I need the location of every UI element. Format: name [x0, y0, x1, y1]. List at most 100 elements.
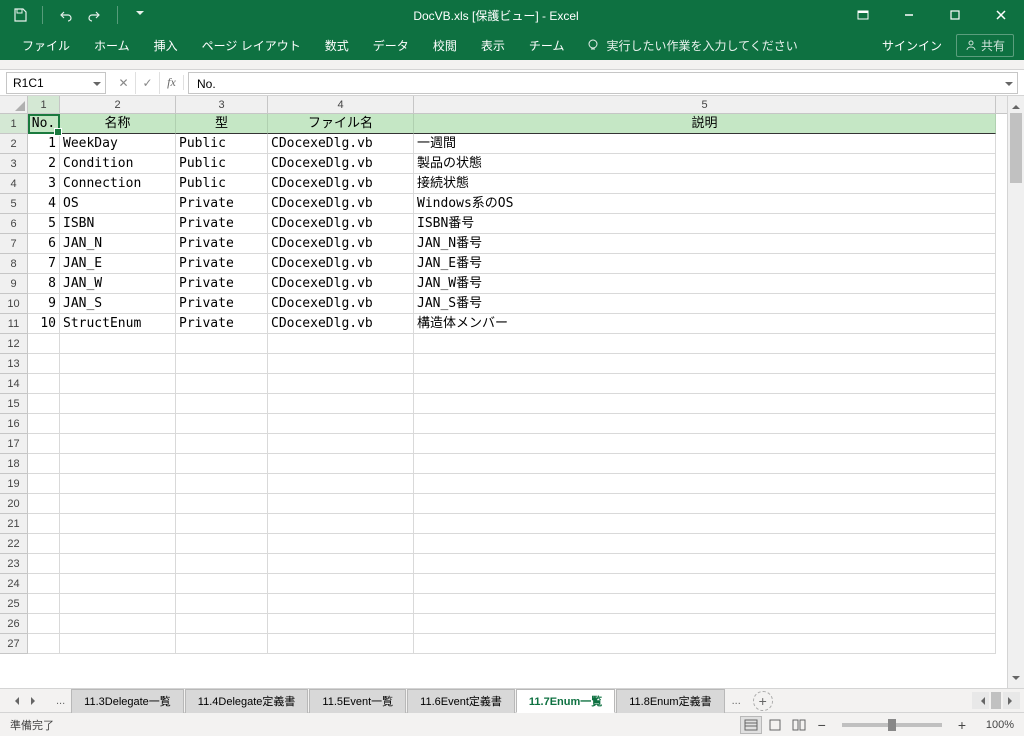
vertical-scrollbar[interactable]: [1007, 96, 1024, 688]
ribbon-tab-1[interactable]: ホーム: [82, 30, 142, 60]
cell[interactable]: [268, 354, 414, 374]
view-page-layout-button[interactable]: [764, 716, 786, 734]
cell[interactable]: [28, 494, 60, 514]
scroll-track[interactable]: [1008, 113, 1024, 671]
signin-link[interactable]: サインイン: [882, 37, 942, 54]
zoom-in-button[interactable]: +: [952, 717, 972, 733]
cell[interactable]: [176, 474, 268, 494]
cell[interactable]: Public: [176, 174, 268, 194]
cell[interactable]: [414, 394, 996, 414]
row-header[interactable]: 20: [0, 494, 28, 514]
cell[interactable]: 1: [28, 134, 60, 154]
cell[interactable]: [268, 494, 414, 514]
cell[interactable]: [28, 414, 60, 434]
cell[interactable]: [28, 374, 60, 394]
cell[interactable]: 10: [28, 314, 60, 334]
cell[interactable]: [268, 434, 414, 454]
cell[interactable]: [268, 554, 414, 574]
cell[interactable]: [176, 354, 268, 374]
cell[interactable]: [268, 574, 414, 594]
undo-button[interactable]: [53, 3, 77, 27]
cell[interactable]: [414, 534, 996, 554]
tell-me-search[interactable]: 実行したい作業を入力してください: [586, 37, 797, 54]
cell[interactable]: [60, 614, 176, 634]
cell[interactable]: JAN_S番号: [414, 294, 996, 314]
cell[interactable]: Private: [176, 274, 268, 294]
cell[interactable]: 構造体メンバー: [414, 314, 996, 334]
cell[interactable]: [60, 474, 176, 494]
cell[interactable]: CDocexeDlg.vb: [268, 174, 414, 194]
cell[interactable]: CDocexeDlg.vb: [268, 274, 414, 294]
cell[interactable]: [414, 334, 996, 354]
cell[interactable]: JAN_N番号: [414, 234, 996, 254]
cell[interactable]: [176, 334, 268, 354]
cell[interactable]: [176, 434, 268, 454]
ribbon-tab-8[interactable]: チーム: [517, 30, 577, 60]
cell[interactable]: Condition: [60, 154, 176, 174]
cell[interactable]: [268, 374, 414, 394]
sheet-tab[interactable]: 11.5Event一覧: [309, 689, 406, 713]
cell[interactable]: No.: [28, 114, 60, 134]
cell[interactable]: JAN_S: [60, 294, 176, 314]
scroll-thumb[interactable]: [1010, 113, 1022, 183]
cell[interactable]: [176, 534, 268, 554]
cell[interactable]: [268, 594, 414, 614]
cell[interactable]: Private: [176, 214, 268, 234]
row-header[interactable]: 23: [0, 554, 28, 574]
row-header[interactable]: 17: [0, 434, 28, 454]
maximize-button[interactable]: [932, 0, 978, 30]
cell[interactable]: [414, 494, 996, 514]
row-header[interactable]: 19: [0, 474, 28, 494]
row-header[interactable]: 27: [0, 634, 28, 654]
view-normal-button[interactable]: [740, 716, 762, 734]
cell[interactable]: CDocexeDlg.vb: [268, 194, 414, 214]
zoom-slider-thumb[interactable]: [888, 719, 896, 731]
cell[interactable]: [60, 554, 176, 574]
row-header[interactable]: 4: [0, 174, 28, 194]
cell[interactable]: Public: [176, 154, 268, 174]
cell[interactable]: JAN_N: [60, 234, 176, 254]
cell[interactable]: [268, 454, 414, 474]
cell[interactable]: [268, 634, 414, 654]
cell[interactable]: 3: [28, 174, 60, 194]
tab-nav-first[interactable]: [6, 692, 24, 710]
row-header[interactable]: 11: [0, 314, 28, 334]
close-button[interactable]: [978, 0, 1024, 30]
save-button[interactable]: [8, 3, 32, 27]
add-sheet-button[interactable]: +: [753, 691, 773, 711]
cell[interactable]: [60, 534, 176, 554]
column-header[interactable]: 4: [268, 96, 414, 113]
row-header[interactable]: 22: [0, 534, 28, 554]
cell[interactable]: [176, 554, 268, 574]
row-header[interactable]: 13: [0, 354, 28, 374]
cell[interactable]: Private: [176, 294, 268, 314]
cell[interactable]: ファイル名: [268, 114, 414, 134]
cell[interactable]: 型: [176, 114, 268, 134]
ribbon-tab-0[interactable]: ファイル: [10, 30, 82, 60]
cell[interactable]: [176, 494, 268, 514]
cell[interactable]: Private: [176, 254, 268, 274]
cell[interactable]: [60, 574, 176, 594]
cell[interactable]: CDocexeDlg.vb: [268, 314, 414, 334]
cell[interactable]: Private: [176, 234, 268, 254]
cell[interactable]: JAN_E番号: [414, 254, 996, 274]
cell[interactable]: 接続状態: [414, 174, 996, 194]
cell[interactable]: CDocexeDlg.vb: [268, 254, 414, 274]
cell[interactable]: [60, 514, 176, 534]
qat-dropdown[interactable]: [128, 3, 152, 27]
hscroll-thumb-area[interactable]: [991, 692, 1001, 709]
cell[interactable]: 5: [28, 214, 60, 234]
row-header[interactable]: 1: [0, 114, 28, 134]
ribbon-tab-4[interactable]: 数式: [313, 30, 361, 60]
formula-input[interactable]: No.: [188, 72, 1018, 94]
cell[interactable]: [414, 434, 996, 454]
enter-formula-button[interactable]: ✓: [136, 72, 160, 94]
cell[interactable]: 一週間: [414, 134, 996, 154]
cell[interactable]: [414, 454, 996, 474]
cell[interactable]: JAN_W: [60, 274, 176, 294]
cell[interactable]: Windows系のOS: [414, 194, 996, 214]
cell[interactable]: [60, 494, 176, 514]
cell[interactable]: [60, 334, 176, 354]
cell[interactable]: [60, 634, 176, 654]
row-header[interactable]: 5: [0, 194, 28, 214]
